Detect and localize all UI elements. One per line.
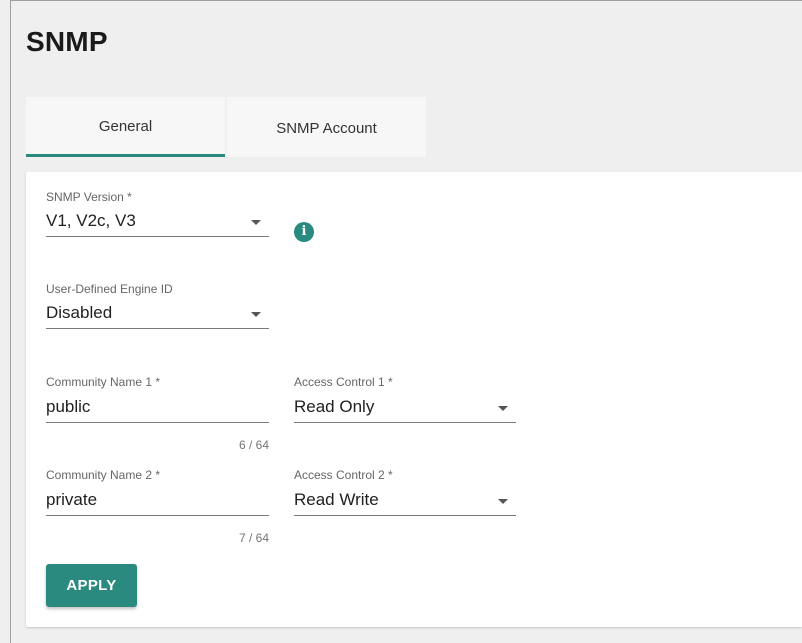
community-name-1-label: Community Name 1 *: [46, 375, 161, 389]
dropdown-arrow-icon: [251, 312, 261, 317]
snmp-version-value: V1, V2c, V3: [46, 211, 136, 230]
info-icon[interactable]: i: [294, 222, 314, 242]
snmp-version-label: SNMP Version *: [46, 190, 132, 204]
access-control-2-select[interactable]: Read Write: [294, 486, 516, 516]
apply-button[interactable]: APPLY: [46, 564, 137, 607]
access-control-1-field: Access Control 1 * Read Only: [294, 375, 516, 433]
community-name-1-counter: 6 / 64: [238, 438, 269, 452]
snmp-version-field: SNMP Version * V1, V2c, V3: [46, 190, 269, 248]
community-name-2-counter: 7 / 64: [238, 531, 269, 545]
engine-id-value: Disabled: [46, 303, 113, 322]
community-name-1-input[interactable]: public: [46, 393, 269, 423]
community-name-2-field: Community Name 2 * private 7 / 64: [46, 468, 269, 548]
tab-general-label: General: [98, 118, 153, 135]
page-title: SNMP: [26, 26, 108, 57]
community-name-1-field: Community Name 1 * public 6 / 64: [46, 375, 269, 455]
engine-id-field: User-Defined Engine ID Disabled: [46, 282, 269, 340]
access-control-2-label: Access Control 2 *: [294, 468, 393, 482]
dropdown-arrow-icon: [498, 406, 508, 411]
community-name-1-value: public: [46, 397, 91, 416]
dropdown-arrow-icon: [498, 499, 508, 504]
access-control-2-value: Read Write: [294, 490, 379, 509]
access-control-2-field: Access Control 2 * Read Write: [294, 468, 516, 526]
frame-top-border: [10, 0, 802, 1]
community-name-2-value: private: [46, 490, 98, 509]
tab-bar: General SNMP Account: [26, 97, 426, 157]
access-control-1-select[interactable]: Read Only: [294, 393, 516, 423]
frame-left-border: [10, 0, 11, 643]
tab-general[interactable]: General: [26, 97, 225, 157]
snmp-version-select[interactable]: V1, V2c, V3: [46, 207, 269, 237]
tab-snmp-account[interactable]: SNMP Account: [227, 97, 426, 157]
tab-snmp-account-label: SNMP Account: [276, 119, 377, 137]
access-control-1-label: Access Control 1 *: [294, 375, 393, 389]
dropdown-arrow-icon: [251, 220, 261, 225]
engine-id-select[interactable]: Disabled: [46, 299, 269, 329]
engine-id-label: User-Defined Engine ID: [46, 282, 173, 296]
community-name-2-label: Community Name 2 *: [46, 468, 161, 482]
community-name-2-input[interactable]: private: [46, 486, 269, 516]
access-control-1-value: Read Only: [294, 397, 375, 416]
